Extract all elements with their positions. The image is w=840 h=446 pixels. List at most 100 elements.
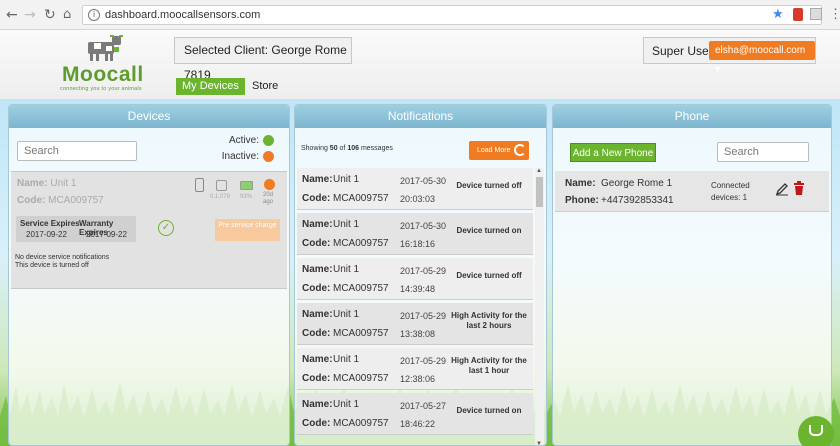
chat-icon xyxy=(809,425,823,436)
load-more-button[interactable]: Load More xyxy=(469,141,529,160)
connected-devices: devices: 1 xyxy=(711,193,748,202)
notification-code-key: Code: xyxy=(302,193,331,204)
device-code-value: MCA009757 xyxy=(48,195,104,206)
active-status-dot[interactable] xyxy=(263,135,274,146)
notification-row[interactable]: Name: Unit 1 Code: MCA009757 2017-05-29 13:38… xyxy=(297,303,533,345)
info-icon[interactable]: i xyxy=(88,9,100,21)
notification-code-value: MCA009757 xyxy=(333,373,389,384)
scroll-down-icon[interactable]: ▼ xyxy=(536,441,542,445)
notification-message: Device turned off xyxy=(456,271,522,280)
devices-search-input[interactable] xyxy=(17,141,137,161)
showing-mid: of xyxy=(337,145,348,152)
device-code-key: Code: xyxy=(17,195,46,206)
device-status-text: This device is turned off xyxy=(15,262,89,269)
notification-row[interactable]: Name: Unit 1 Code: MCA009757 2017-05-29 14:39… xyxy=(297,258,533,300)
notification-time: 18:46:22 xyxy=(400,419,436,429)
bookmark-star-icon[interactable]: ★ xyxy=(772,7,784,21)
notification-name-key: Name: xyxy=(302,219,333,230)
selected-client[interactable]: Selected Client: George Rome 7819 xyxy=(174,37,352,82)
notification-code-key: Code: xyxy=(302,283,331,294)
load-more-label: Load More xyxy=(477,147,511,154)
notification-name-value: Unit 1 xyxy=(333,309,360,320)
edit-pencil-icon[interactable] xyxy=(775,182,789,196)
notification-name-value: Unit 1 xyxy=(333,399,360,410)
phone-card[interactable]: Name: George Rome 1 Phone: +447392853341… xyxy=(555,171,829,212)
chat-widget-button[interactable] xyxy=(798,416,834,446)
notifications-panel-title: Notifications xyxy=(295,105,546,128)
phone-panel-title: Phone xyxy=(553,105,831,128)
chip-icon xyxy=(216,180,227,191)
notification-name-key: Name: xyxy=(302,174,333,185)
firmware-version: 0.1.079 xyxy=(210,194,231,200)
user-email-dropdown[interactable]: elsha@moocall.com ▾ xyxy=(709,41,815,75)
phone-name-value: George Rome 1 xyxy=(601,178,673,189)
device-card[interactable]: Name: Unit 1 Code: MCA009757 0.1.079 93%… xyxy=(11,171,287,289)
extension-icon[interactable] xyxy=(793,8,803,21)
notification-name-value: Unit 1 xyxy=(333,219,360,230)
arrow-left-icon[interactable]: ← xyxy=(6,7,18,23)
notification-code-value: MCA009757 xyxy=(333,193,389,204)
showing-count: 50 xyxy=(329,145,338,152)
notification-time: 14:39:48 xyxy=(400,284,436,294)
device-name-key: Name: xyxy=(17,178,48,189)
notification-message: Device turned off xyxy=(456,181,522,190)
devices-panel: Devices Active: Inactive: Name: Unit 1 C… xyxy=(8,104,290,446)
check-icon: ✓ xyxy=(158,220,174,236)
logo-tagline: connecting you to your animals xyxy=(60,86,142,92)
notification-message: High Activity for the last 2 hours xyxy=(451,311,527,330)
notification-time: 12:38:06 xyxy=(400,374,436,384)
home-icon[interactable]: ⌂ xyxy=(63,7,71,23)
pre-service-charge-button[interactable]: Pre service charge xyxy=(215,219,280,241)
notification-code-key: Code: xyxy=(302,373,331,384)
phone-number-value: +447392853341 xyxy=(601,195,674,206)
notification-row[interactable]: Name: Unit 1 Code: MCA009757 2017-05-30 16:18… xyxy=(297,213,533,255)
notification-date: 2017-05-29 xyxy=(400,311,447,321)
notification-row[interactable]: Name: Unit 1 Code: MCA009757 2017-05-29 12:38… xyxy=(297,348,533,390)
delete-trash-icon[interactable] xyxy=(793,181,805,195)
phone-name-key: Name: xyxy=(565,178,596,189)
tab-store[interactable]: Store xyxy=(252,78,278,95)
connected-label: Connected xyxy=(711,181,750,190)
inactive-label: Inactive: xyxy=(221,151,259,162)
notification-code-key: Code: xyxy=(302,418,331,429)
tab-my-devices[interactable]: My Devices xyxy=(176,78,245,95)
address-bar[interactable]: i dashboard.moocallsensors.com xyxy=(82,5,822,25)
notification-date: 2017-05-27 xyxy=(400,401,447,411)
notification-code-key: Code: xyxy=(302,238,331,249)
showing-prefix: Showing xyxy=(301,145,330,152)
inactive-status-dot[interactable] xyxy=(263,151,274,162)
scroll-up-icon[interactable]: ▲ xyxy=(536,168,542,174)
user-box: Super User elsha@moocall.com ▾ xyxy=(643,37,816,75)
active-label: Active: xyxy=(228,135,259,146)
service-expiry-box: Service Expires Warranty Expires 2017-09… xyxy=(16,216,136,242)
notification-code-value: MCA009757 xyxy=(333,238,389,249)
notification-date: 2017-05-29 xyxy=(400,266,447,276)
notification-code-key: Code: xyxy=(302,328,331,339)
logo-text: Moocall xyxy=(62,63,144,86)
service-expires-label: Service Expires xyxy=(20,219,80,228)
refresh-icon xyxy=(514,144,526,156)
notification-message: Device turned on xyxy=(456,406,522,415)
add-phone-button[interactable]: Add a New Phone xyxy=(570,143,656,162)
notification-row[interactable]: Name: Unit 1 Code: MCA009757 2017-05-30 20:03… xyxy=(297,168,533,210)
notifications-list: Name: Unit 1 Code: MCA009757 2017-05-30 20:03… xyxy=(297,168,533,445)
reload-icon[interactable]: ↻ xyxy=(44,7,56,23)
devices-panel-title: Devices xyxy=(9,105,289,128)
phone-number-key: Phone: xyxy=(565,195,599,206)
phone-search-input[interactable] xyxy=(717,142,809,162)
notification-row[interactable]: Name: Unit 1 Code: MCA009757 2017-05-27 18:46… xyxy=(297,393,533,435)
notification-time: 20:03:03 xyxy=(400,194,436,204)
notification-name-key: Name: xyxy=(302,354,333,365)
notification-message: Device turned on xyxy=(456,226,522,235)
notification-date: 2017-05-29 xyxy=(400,356,447,366)
arrow-right-icon[interactable]: → xyxy=(24,7,36,23)
notification-date: 2017-05-30 xyxy=(400,176,447,186)
extension-icon[interactable] xyxy=(810,8,822,20)
notifications-panel: Notifications Showing 50 of 106 messages… xyxy=(294,104,547,446)
scroll-thumb[interactable] xyxy=(536,177,543,207)
notification-time: 16:18:16 xyxy=(400,239,436,249)
url-text: dashboard.moocallsensors.com xyxy=(105,9,261,21)
notification-message: High Activity for the last 1 hour xyxy=(451,356,527,375)
browser-menu-icon[interactable]: ⋮ xyxy=(829,6,840,22)
notifications-scrollbar[interactable]: ▲ ▼ xyxy=(535,168,544,445)
